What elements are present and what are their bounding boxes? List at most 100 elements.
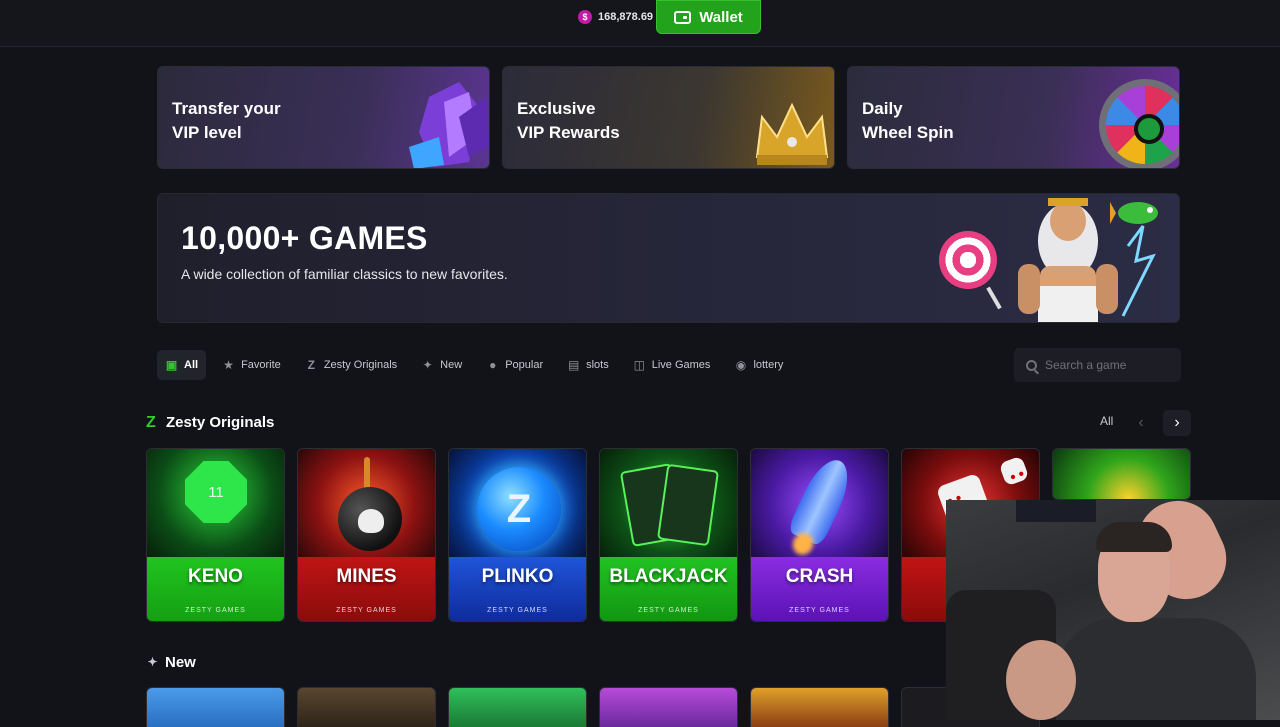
plinko-orb-icon: Z (477, 467, 561, 551)
balance-display[interactable]: $ 168,878.69 (570, 4, 661, 30)
chevron-right-icon[interactable]: › (1163, 410, 1191, 436)
game-name: CRASH (785, 566, 854, 587)
person-hair-image (1096, 522, 1172, 552)
promo-text: Daily Wheel Spin (862, 97, 954, 145)
wallet-button[interactable]: Wallet (656, 0, 761, 34)
tab-label: Zesty Originals (323, 359, 398, 371)
tab-all[interactable]: ▣ All (157, 350, 207, 380)
skull-icon (358, 509, 384, 533)
emerald-icon: 11 (185, 461, 247, 523)
search-icon (1026, 359, 1037, 371)
promo-line1: Daily (862, 99, 903, 118)
search-input[interactable]: Search a game (1045, 358, 1126, 372)
game-card[interactable] (297, 687, 436, 727)
game-name: BLACKJACK (609, 566, 728, 587)
second-person-image (1006, 640, 1076, 720)
tab-label: New (440, 359, 463, 371)
tab-favorite[interactable]: ★ Favorite (214, 350, 289, 380)
new-games-carousel (146, 687, 1040, 727)
tab-zesty-originals[interactable]: Z Zesty Originals (297, 350, 405, 380)
monitor-image (1016, 500, 1096, 522)
person-shirt-image (1056, 618, 1256, 720)
wallet-icon (674, 10, 692, 24)
category-tabs: ▣ All ★ Favorite Z Zesty Originals ✦ New… (157, 350, 791, 380)
promo-line2: VIP Rewards (517, 123, 620, 142)
live-games-icon: ◫ (633, 357, 645, 372)
fish-icon (1110, 202, 1158, 224)
game-card[interactable] (750, 687, 889, 727)
game-card-coins[interactable] (1052, 448, 1191, 500)
z-logo-icon: Z (307, 357, 315, 372)
game-card[interactable] (146, 687, 285, 727)
game-card-blackjack[interactable]: BLACKJACK ZESTY GAMES (599, 448, 738, 622)
game-studio: ZESTY GAMES (487, 607, 548, 614)
game-card-keno[interactable]: 11 KENO ZESTY GAMES (146, 448, 285, 622)
sparkle-star-icon: ✦ (422, 357, 433, 372)
tab-slots[interactable]: ▤ slots (559, 350, 617, 380)
game-name: PLINKO (481, 566, 554, 587)
game-name: KENO (188, 566, 243, 587)
crystal-icon (409, 82, 489, 168)
hero-title: 10,000+ GAMES (181, 220, 428, 256)
chevron-left-icon[interactable]: ‹ (1127, 410, 1155, 436)
promo-text: Transfer your VIP level (172, 97, 281, 145)
tab-popular[interactable]: ● Popular (478, 350, 551, 380)
see-all-link[interactable]: All (1100, 414, 1113, 428)
z-logo-icon: Z (146, 413, 156, 431)
game-art (600, 449, 737, 559)
streamer-webcam-overlay (946, 500, 1280, 720)
tab-label: Popular (505, 359, 544, 371)
promo-text: Exclusive VIP Rewards (517, 97, 620, 145)
game-card-crash[interactable]: CRASH ZESTY GAMES (750, 448, 889, 622)
promo-line1: Exclusive (517, 99, 596, 118)
section-title-originals: Z Zesty Originals (146, 414, 274, 431)
rocket-icon (786, 452, 858, 548)
tab-label: lottery (753, 359, 784, 371)
section-title-text: New (165, 654, 196, 671)
fuse-icon (364, 457, 370, 491)
sparkle-star-icon: ✦ (147, 655, 158, 669)
tab-lottery[interactable]: ◉ lottery (726, 350, 791, 380)
crown-icon (755, 102, 829, 165)
promo-line2: VIP level (172, 123, 242, 142)
promo-line1: Transfer your (172, 99, 281, 118)
game-studio: ZESTY GAMES (789, 607, 850, 614)
game-card[interactable] (448, 687, 587, 727)
dice-icon (998, 455, 1030, 487)
tab-label: Live Games (651, 359, 711, 371)
game-art: Z (449, 449, 586, 559)
game-card-mines[interactable]: MINES ZESTY GAMES (297, 448, 436, 622)
promo-vip-rewards[interactable]: Exclusive VIP Rewards (502, 66, 835, 169)
games-hero-banner: 10,000+ GAMES A wide collection of famil… (157, 193, 1180, 323)
slot-icon: ▤ (567, 357, 580, 372)
flame-icon: ● (489, 357, 497, 372)
promo-wheel-spin[interactable]: Daily Wheel Spin (847, 66, 1180, 169)
wallet-label: Wallet (699, 8, 743, 26)
promo-line2: Wheel Spin (862, 123, 954, 142)
playing-card-icon (656, 463, 720, 547)
game-card[interactable] (599, 687, 738, 727)
coin-icon: $ (578, 10, 592, 24)
lottery-ball-icon: ◉ (735, 357, 747, 372)
game-studio: ZESTY GAMES (638, 607, 699, 614)
tab-live-games[interactable]: ◫ Live Games (625, 350, 719, 380)
tab-new[interactable]: ✦ New (413, 350, 470, 380)
tab-label: All (184, 359, 199, 371)
hero-subtitle: A wide collection of familiar classics t… (181, 266, 508, 282)
game-art (298, 449, 435, 559)
game-name: MINES (336, 566, 397, 587)
slot-machine-icon: ▣ (165, 357, 178, 372)
section-title-text: Zesty Originals (166, 414, 275, 431)
game-art (751, 449, 888, 559)
promo-transfer-vip[interactable]: Transfer your VIP level (157, 66, 490, 169)
star-icon: ★ (223, 357, 234, 372)
tab-label: Favorite (241, 359, 281, 371)
search-box[interactable]: Search a game (1014, 348, 1181, 382)
prize-wheel-icon (1099, 79, 1179, 168)
game-studio: ZESTY GAMES (185, 607, 246, 614)
section-title-new: ✦ New (146, 654, 196, 671)
balance-amount: 168,878.69 (598, 11, 654, 23)
tab-label: slots (586, 359, 609, 371)
game-art: 11 (147, 449, 284, 559)
game-card-plinko[interactable]: Z PLINKO ZESTY GAMES (448, 448, 587, 622)
